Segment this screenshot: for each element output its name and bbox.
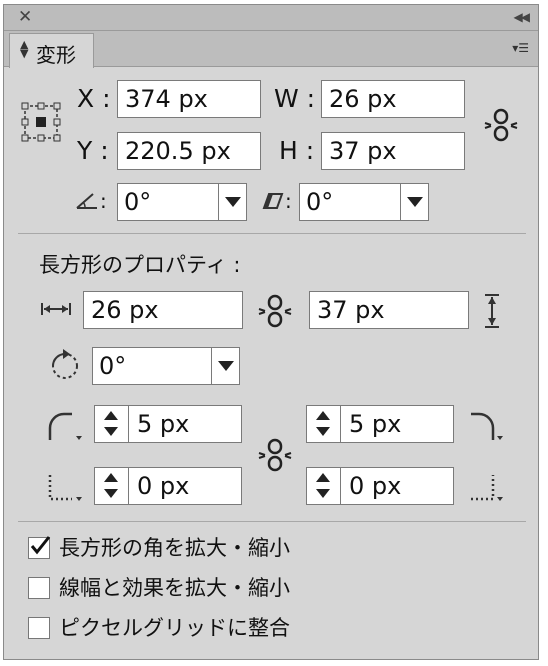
chevron-down-icon[interactable] xyxy=(211,348,239,384)
section-divider xyxy=(18,521,526,522)
h-input[interactable]: 37 px xyxy=(321,132,465,170)
corner-radius-top-right-value: 5 px xyxy=(349,410,402,438)
rectangle-properties-title: 長方形のプロパティ : xyxy=(39,253,241,277)
reference-point-icon[interactable] xyxy=(21,102,61,142)
collapse-icon[interactable]: ◀◀ xyxy=(514,10,531,24)
shear-colon: : xyxy=(285,189,292,213)
link-corner-radius-icon[interactable] xyxy=(256,437,296,473)
stepper-buttons[interactable] xyxy=(95,468,129,504)
h-label: H : xyxy=(279,136,315,165)
x-label: X : xyxy=(77,84,111,113)
align-pixel-grid-label: ピクセルグリッドに整合 xyxy=(59,616,290,640)
scale-strokes-effects-checkbox[interactable] xyxy=(28,577,50,599)
close-icon[interactable]: ✕ xyxy=(18,7,32,27)
height-icon xyxy=(485,294,499,328)
stepper-buttons[interactable] xyxy=(307,468,341,504)
corner-radius-top-left-value: 5 px xyxy=(137,410,190,438)
angle-colon: : xyxy=(100,189,107,213)
rect-width-input[interactable]: 26 px xyxy=(83,291,243,329)
corner-type-top-left-icon[interactable] xyxy=(46,410,84,444)
w-label: W : xyxy=(274,84,316,113)
corner-type-bottom-left-icon[interactable] xyxy=(46,471,84,505)
rotate-angle-icon xyxy=(76,193,97,209)
scale-strokes-effects-label: 線幅と効果を拡大・縮小 xyxy=(59,576,290,600)
shear-angle-dropdown[interactable]: 0° xyxy=(299,183,429,221)
tab-toggle-icon[interactable]: ▲ ▼ xyxy=(20,39,28,59)
shear-angle-value: 0° xyxy=(306,188,334,216)
tab-transform-label: 変形 xyxy=(36,43,76,67)
rect-height-input[interactable]: 37 px xyxy=(309,291,469,329)
section-divider xyxy=(18,233,526,234)
corner-radius-bottom-right-value: 0 px xyxy=(349,472,402,500)
corner-type-top-right-icon[interactable] xyxy=(467,410,505,444)
constrain-proportions-icon[interactable] xyxy=(482,107,522,143)
tab-transform[interactable]: ▲ ▼ 変形 xyxy=(9,33,94,68)
corner-type-bottom-right-icon[interactable] xyxy=(467,471,505,505)
constrain-width-height-icon[interactable] xyxy=(256,293,296,329)
shear-angle-icon xyxy=(262,193,284,209)
y-input[interactable]: 220.5 px xyxy=(117,132,261,170)
chevron-down-icon[interactable] xyxy=(400,184,428,220)
rectangle-rotation-dropdown[interactable]: 0° xyxy=(92,347,240,385)
rectangle-rotation-value: 0° xyxy=(99,352,127,380)
corner-radius-top-right-stepper[interactable]: 5 px xyxy=(306,405,454,443)
transform-panel: ✕ ◀◀ ▲ ▼ 変形 ▾☰ X : 374 px W : 26 px Y : 2 xyxy=(3,4,539,660)
checkmark-icon xyxy=(30,536,51,555)
rotation-angle-value: 0° xyxy=(124,188,152,216)
corner-radius-bottom-right-stepper[interactable]: 0 px xyxy=(306,467,454,505)
panel-menu-icon[interactable]: ▾☰ xyxy=(512,41,529,55)
scale-corners-label: 長方形の角を拡大・縮小 xyxy=(59,536,290,560)
corner-radius-bottom-left-stepper[interactable]: 0 px xyxy=(94,467,242,505)
align-pixel-grid-checkbox[interactable] xyxy=(28,617,50,639)
chevron-down-icon[interactable] xyxy=(218,184,246,220)
width-icon xyxy=(41,303,71,315)
x-input[interactable]: 374 px xyxy=(117,80,261,118)
w-input[interactable]: 26 px xyxy=(321,80,465,118)
rectangle-rotation-icon xyxy=(52,349,78,379)
stepper-buttons[interactable] xyxy=(307,406,341,442)
panel-tab-row: ▲ ▼ 変形 ▾☰ xyxy=(4,31,538,68)
scale-corners-checkbox[interactable] xyxy=(28,536,51,559)
panel-titlebar: ✕ ◀◀ xyxy=(4,5,538,31)
corner-radius-bottom-left-value: 0 px xyxy=(137,472,190,500)
stepper-buttons[interactable] xyxy=(95,406,129,442)
rotation-angle-dropdown[interactable]: 0° xyxy=(117,183,247,221)
corner-radius-top-left-stepper[interactable]: 5 px xyxy=(94,405,242,443)
y-label: Y : xyxy=(77,136,109,165)
